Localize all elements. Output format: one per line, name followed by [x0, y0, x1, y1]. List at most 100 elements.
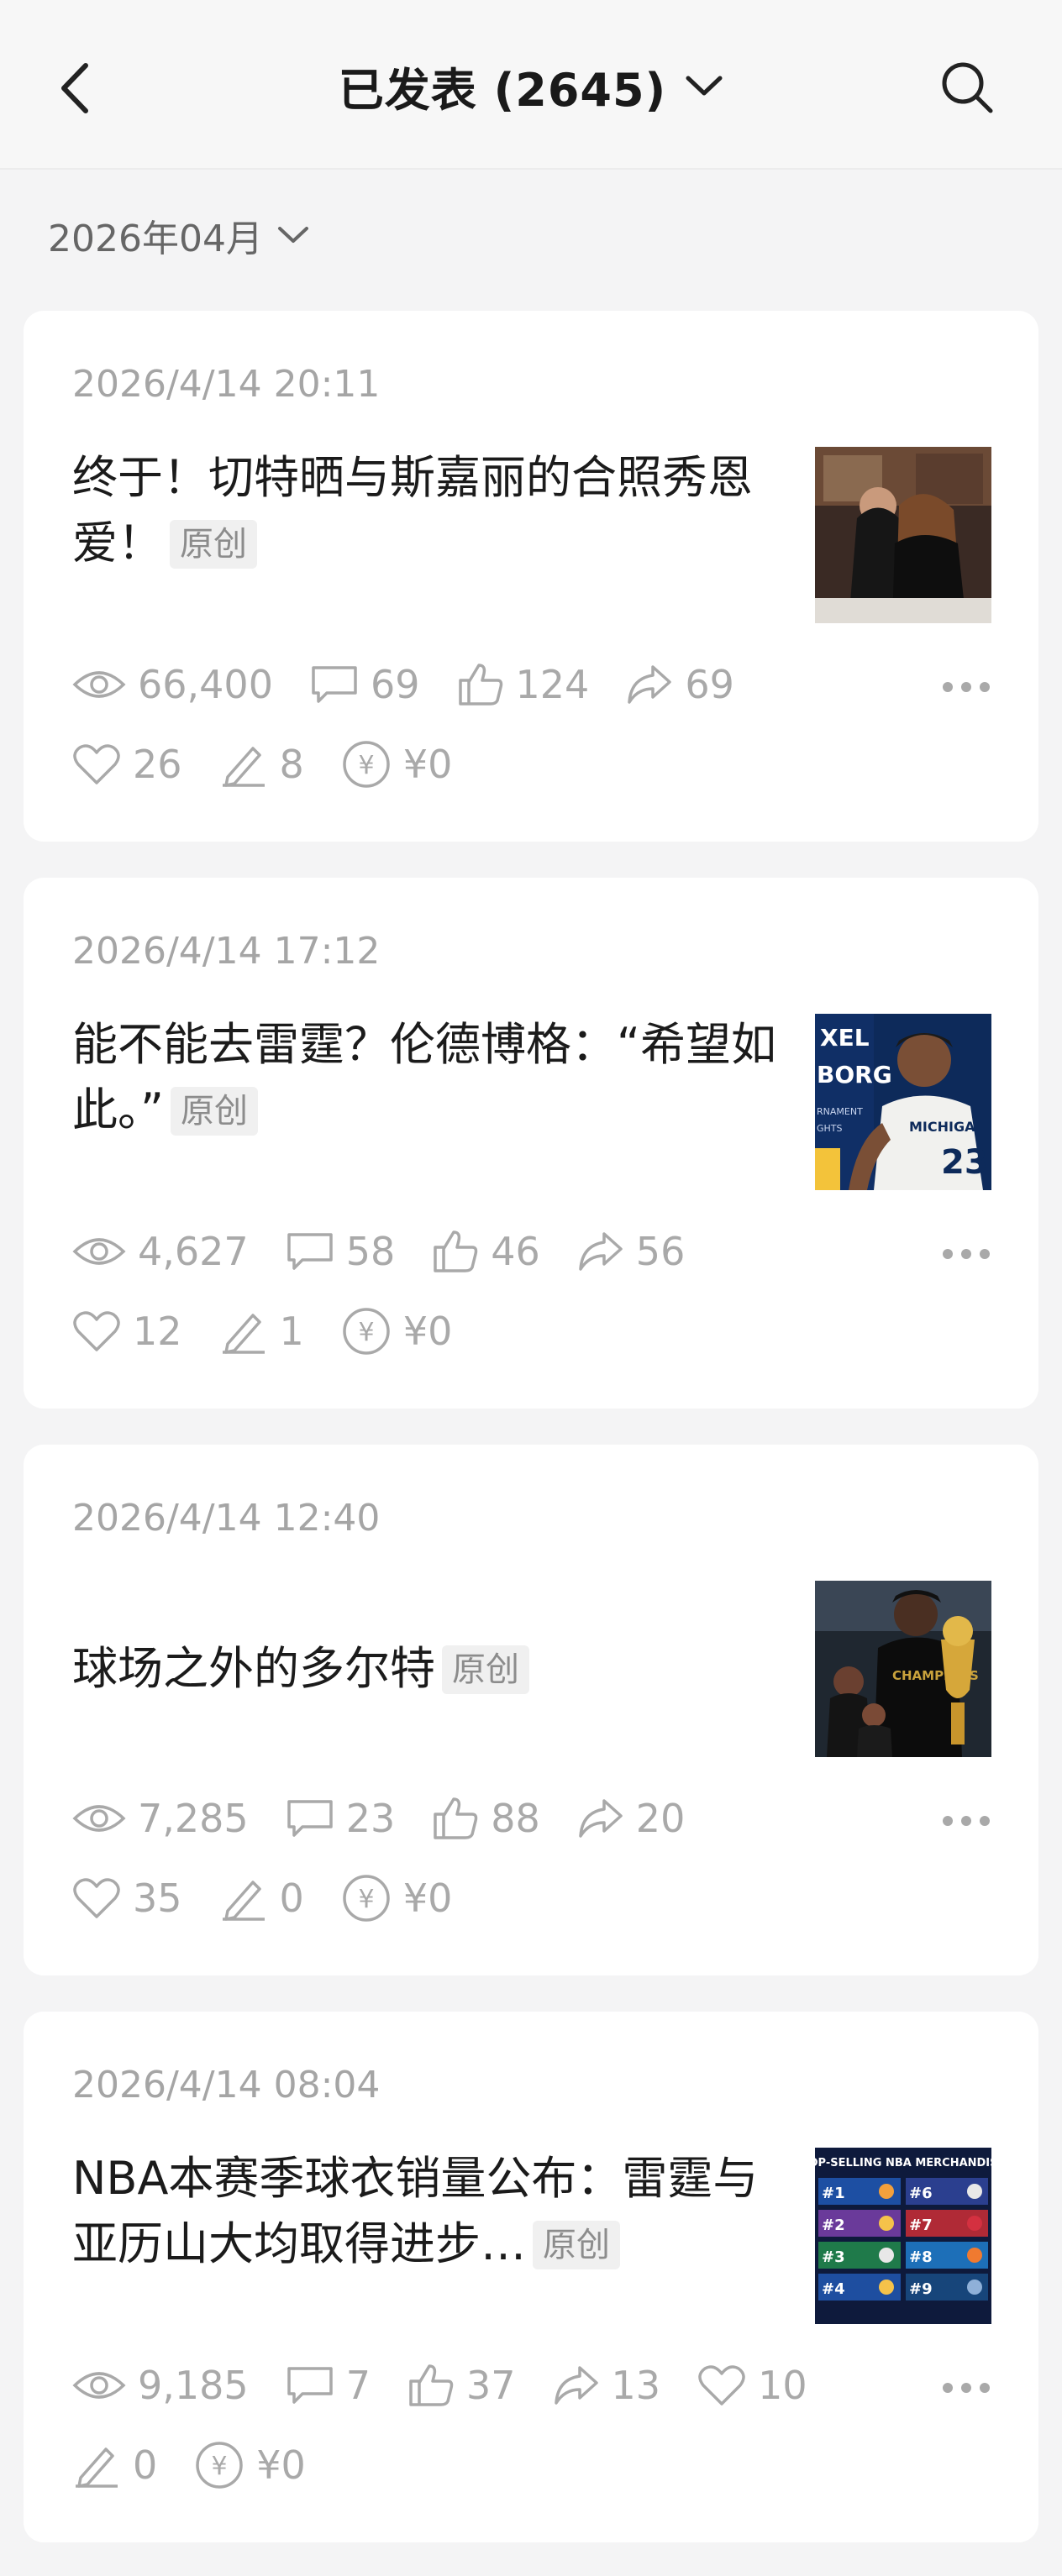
- post-title[interactable]: NBA本赛季球衣销量公布：雷霆与亚历山大均取得进步… 原创: [72, 2146, 778, 2277]
- earnings-stat: ¥ ¥0: [341, 1306, 452, 1356]
- stats-row-secondary: 26 8 ¥ ¥0: [72, 739, 489, 790]
- comments-stat: 69: [310, 662, 420, 707]
- chevron-down-icon: [686, 76, 723, 96]
- thumb-text: #8: [909, 2248, 933, 2266]
- thumb-text: #7: [909, 2217, 933, 2234]
- stats-row-secondary: 12 1 ¥ ¥0: [72, 1306, 489, 1356]
- earnings-stat: ¥ ¥0: [341, 1873, 452, 1923]
- post-date: 2026/4/14 20:11: [72, 363, 381, 406]
- more-options-icon[interactable]: [943, 2383, 990, 2393]
- likes-stat: 37: [407, 2363, 516, 2408]
- share-arrow-icon: [579, 1799, 623, 1838]
- thumb-text: XEL: [820, 1024, 870, 1052]
- comments-stat: 23: [286, 1796, 395, 1841]
- original-tag: 原创: [170, 520, 257, 569]
- svg-text:¥: ¥: [358, 1885, 374, 1914]
- thumb-text: TOP-SELLING NBA MERCHANDISE: [815, 2157, 991, 2169]
- pen-icon: [222, 1314, 265, 1354]
- original-tag: 原创: [533, 2221, 620, 2269]
- stats-row-primary: 66,400 69 124 69: [72, 662, 771, 707]
- month-label: 2026年04月: [48, 218, 263, 260]
- post-title[interactable]: 终于！切特晒与斯嘉丽的合照秀恩爱！ 原创: [72, 445, 778, 576]
- share-arrow-icon: [554, 2366, 598, 2405]
- top-bar: 已发表 (2645): [0, 0, 1062, 170]
- favorites-stat: 12: [72, 1309, 182, 1354]
- post-thumbnail[interactable]: [815, 447, 991, 623]
- heart-icon: [73, 744, 120, 784]
- likes-stat: 46: [432, 1229, 540, 1274]
- stats-row-secondary: 35 0 ¥ ¥0: [72, 1873, 489, 1923]
- shares-stat: 56: [577, 1229, 685, 1274]
- post-card[interactable]: 2026/4/14 08:04 NBA本赛季球衣销量公布：雷霆与亚历山大均取得进…: [24, 2012, 1038, 2542]
- post-thumbnail[interactable]: TOP-SELLING NBA MERCHANDISE #1 #6 #2 #7 …: [815, 2148, 991, 2324]
- more-options-icon[interactable]: [943, 1249, 990, 1259]
- heart-icon: [73, 1311, 120, 1351]
- earnings-stat: ¥ ¥0: [194, 2440, 306, 2490]
- thumbs-up-icon: [458, 664, 502, 706]
- edits-stat: 0: [72, 2442, 157, 2488]
- month-filter[interactable]: 2026年04月: [48, 206, 310, 265]
- comments-stat: 58: [286, 1229, 395, 1274]
- comment-icon: [287, 2367, 333, 2404]
- post-card[interactable]: 2026/4/14 20:11 终于！切特晒与斯嘉丽的合照秀恩爱！ 原创 66,4…: [24, 311, 1038, 842]
- views-stat: 9,185: [72, 2363, 249, 2408]
- thumb-text: MICHIGA: [909, 1119, 975, 1135]
- more-options-icon[interactable]: [943, 1816, 990, 1826]
- yen-coin-icon: ¥: [343, 1875, 390, 1922]
- stats-row-secondary: 0 ¥ ¥0: [72, 2440, 343, 2490]
- views-stat: 4,627: [72, 1229, 249, 1274]
- yen-coin-icon: ¥: [343, 1308, 390, 1355]
- original-tag: 原创: [442, 1645, 529, 1694]
- stats-row-primary: 7,285 23 88 20: [72, 1796, 722, 1841]
- post-card[interactable]: 2026/4/14 17:12 能不能去雷霆？伦德博格：“希望如此。” 原创 XE…: [24, 878, 1038, 1409]
- page-title: 已发表 (2645): [338, 63, 667, 117]
- couple-photo: [815, 447, 991, 623]
- stats-row-primary: 4,627 58 46 56: [72, 1229, 722, 1274]
- player-photo: XEL BORG RNAMENT GHTS MICHIGA 23: [815, 1014, 991, 1190]
- family-photo: CHAMPIONS: [815, 1581, 991, 1757]
- original-tag: 原创: [170, 1087, 258, 1136]
- merchandise-ranking-graphic: TOP-SELLING NBA MERCHANDISE #1 #6 #2 #7 …: [815, 2148, 991, 2324]
- thumb-text: GHTS: [817, 1123, 843, 1134]
- svg-text:¥: ¥: [358, 1318, 374, 1347]
- favorites-stat: 10: [697, 2363, 807, 2408]
- post-date: 2026/4/14 17:12: [72, 930, 381, 973]
- post-title[interactable]: 球场之外的多尔特 原创: [72, 1635, 778, 1702]
- thumb-text: #4: [822, 2280, 845, 2298]
- comments-stat: 7: [286, 2363, 371, 2408]
- pen-icon: [222, 747, 265, 787]
- svg-text:¥: ¥: [358, 751, 374, 780]
- thumb-text: #2: [822, 2217, 845, 2234]
- more-options-icon[interactable]: [943, 682, 990, 692]
- thumb-text: #3: [822, 2248, 845, 2266]
- thumb-text: #1: [822, 2185, 845, 2202]
- post-thumbnail[interactable]: XEL BORG RNAMENT GHTS MICHIGA 23: [815, 1014, 991, 1190]
- post-title[interactable]: 能不能去雷霆？伦德博格：“希望如此。” 原创: [72, 1012, 778, 1143]
- yen-coin-icon: ¥: [343, 741, 390, 788]
- share-arrow-icon: [579, 1232, 623, 1271]
- heart-icon: [698, 2365, 745, 2405]
- heart-icon: [73, 1878, 120, 1918]
- earnings-stat: ¥ ¥0: [341, 739, 452, 790]
- thumb-text: #6: [909, 2185, 933, 2202]
- thumb-text: BORG: [817, 1061, 892, 1089]
- search-icon[interactable]: [937, 57, 997, 118]
- thumb-text: 23: [941, 1143, 988, 1182]
- edits-stat: 8: [219, 742, 304, 787]
- shares-stat: 13: [553, 2363, 660, 2408]
- post-date: 2026/4/14 12:40: [72, 1497, 381, 1540]
- post-thumbnail[interactable]: CHAMPIONS: [815, 1581, 991, 1757]
- shares-stat: 20: [577, 1796, 685, 1841]
- eye-icon: [72, 2372, 126, 2399]
- pen-icon: [222, 1881, 265, 1921]
- post-card[interactable]: 2026/4/14 12:40 球场之外的多尔特 原创 CHAMPIONS 7,2…: [24, 1445, 1038, 1975]
- favorites-stat: 35: [72, 1876, 182, 1921]
- share-arrow-icon: [628, 665, 672, 704]
- thumbs-up-icon: [434, 1230, 478, 1272]
- yen-coin-icon: ¥: [196, 2442, 244, 2489]
- views-stat: 66,400: [72, 662, 273, 707]
- thumb-text: RNAMENT: [817, 1106, 863, 1117]
- title-dropdown[interactable]: 已发表 (2645): [0, 52, 1062, 119]
- thumb-text: #9: [909, 2280, 933, 2298]
- chevron-down-icon: [277, 227, 308, 243]
